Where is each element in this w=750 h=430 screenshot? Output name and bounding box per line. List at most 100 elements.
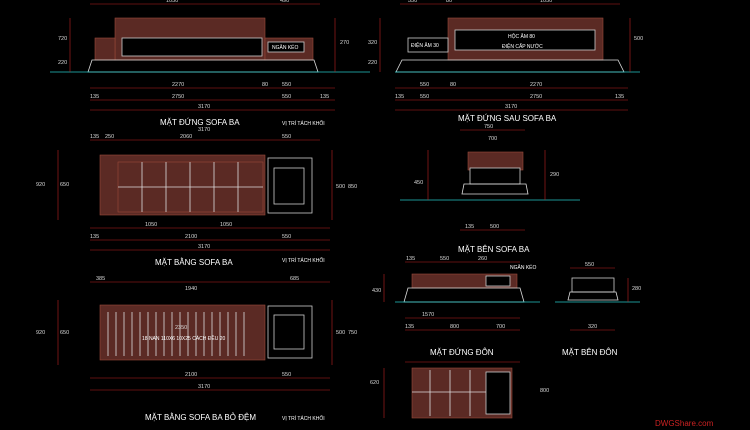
dien-am: ĐIỆN ÂM 30 (411, 41, 439, 49)
title-side: MẶT BÊN SOFA BA (458, 245, 530, 254)
dim-685: 685 (290, 276, 299, 282)
side-base (461, 183, 529, 195)
dim-135-stool: 135 (406, 256, 415, 262)
dim-1570: 1570 (422, 312, 434, 318)
dim-750-bare: 750 (348, 330, 357, 336)
side-view: 750 700 450 290 135 500 MẶT BÊN SOFA BA (400, 124, 580, 254)
dim-3170-bare: 3170 (198, 384, 210, 390)
dim-500-side: 500 (490, 224, 499, 230)
title-stool-side: MẶT BÊN ĐÔN (562, 348, 618, 357)
dim-550-plan: 550 (282, 234, 291, 240)
dim-2350: 2350 (175, 325, 187, 331)
dim-700-side: 700 (488, 136, 497, 142)
dim-620-stool-plan: 620 (370, 380, 379, 386)
side-back (467, 151, 524, 171)
dim-250-plan: 250 (105, 134, 114, 140)
dim-320-stool-side: 320 (588, 324, 597, 330)
bare-frame (99, 304, 266, 361)
stool-front: 135 550 260 NGĂN KÉO 430 1570 135 800 70… (372, 256, 540, 357)
title-stool-front: MẶT ĐỨNG ĐÔN (430, 348, 494, 357)
dim-3170-plan: 3170 (198, 244, 210, 250)
dim-220-front: 220 (58, 60, 67, 66)
arm-left (94, 37, 116, 61)
dim-2750-front: 2750 (172, 94, 184, 100)
dim-1050-plan-a: 1050 (145, 222, 157, 228)
dim-800-stool: 800 (450, 324, 459, 330)
dim-260-stool: 260 (478, 256, 487, 262)
dim-550-back: 550 (420, 82, 429, 88)
dim-135-stool2: 135 (405, 324, 414, 330)
dim-920-plan: 920 (36, 182, 45, 188)
dim-80-front: 80 (262, 82, 268, 88)
dien-cap-nuoc: ĐIỆN CẤP NƯỚC (502, 42, 543, 50)
dim-550-bare: 550 (282, 372, 291, 378)
dim-1940: 1940 (185, 286, 197, 292)
dim-135-side: 135 (465, 224, 474, 230)
hoc-am: HỘC ÂM 80 (508, 33, 535, 40)
dim-720-front: 720 (58, 36, 67, 42)
dim-135-plan-b: 135 (90, 234, 99, 240)
dim-135-plan: 135 (90, 134, 99, 140)
dim-385: 385 (96, 276, 105, 282)
dim-2100-plan: 2100 (185, 234, 197, 240)
stool-drawer-label: NGĂN KÉO (510, 264, 537, 271)
title-front: MẶT ĐỨNG SOFA BA (160, 118, 240, 127)
dim-750-side: 750 (484, 124, 493, 130)
dim-550-stool-side: 550 (585, 262, 594, 268)
plan-side-inner (273, 167, 305, 205)
dim-920-bare: 920 (36, 330, 45, 336)
vitri-1: VỊ TRÍ TÁCH KHỐI (282, 120, 325, 127)
dim-550-front2: 550 (282, 94, 291, 100)
slats-note: 18 NAN 110X6 10X25 CÁCH ĐỀU 20 (142, 335, 226, 342)
back-base (395, 59, 625, 73)
stool-base (403, 287, 525, 303)
vitri-2: VỊ TRÍ TÁCH KHỐI (282, 257, 325, 264)
dim-80-back-top: 80 (446, 0, 452, 4)
dim-800-stool-plan: 800 (540, 388, 549, 394)
dim-700-stool: 700 (496, 324, 505, 330)
dim-650-bare: 650 (60, 330, 69, 336)
dim-650-plan: 650 (60, 182, 69, 188)
back-elevation: 550 80 1050 HỘC ÂM 80 ĐIỆN CẤP NƯỚC ĐIỆN… (368, 0, 643, 123)
stool-side: 550 280 320 MẶT BÊN ĐÔN (555, 262, 641, 357)
title-plan-no-cushion: MẶT BẰNG SOFA BA BỎ ĐỆM (145, 413, 256, 422)
dim-290-side: 290 (550, 172, 559, 178)
front-elevation: 1050 490 NGĂN KÉO 720 220 270 2270 80 55… (50, 0, 370, 133)
dim-490: 490 (280, 0, 289, 4)
side-seat (469, 167, 521, 185)
dim-450-side: 450 (414, 180, 423, 186)
dim-280-stool-side: 280 (632, 286, 641, 292)
dim-850-plan: 850 (348, 184, 357, 190)
stool-plan-side (485, 371, 511, 415)
dim-1050: 1050 (166, 0, 178, 4)
stool-side-base (567, 291, 619, 301)
dim-2060-plan: 2060 (180, 134, 192, 140)
title-plan: MẶT BẰNG SOFA BA (155, 258, 233, 267)
cad-sheet: 1050 490 NGĂN KÉO 720 220 270 2270 80 55… (36, 0, 714, 428)
dim-80-back: 80 (450, 82, 456, 88)
dim-500-bare: 500 (336, 330, 345, 336)
plan-view: 135 250 2060 550 920 650 500 850 1050 10… (36, 134, 357, 267)
title-back: MẶT ĐỨNG SAU SOFA BA (458, 114, 557, 123)
stool-plan: 620 800 (370, 361, 549, 419)
dim-135-back: 135 (395, 94, 404, 100)
dim-550-stool: 550 (440, 256, 449, 262)
vitri-3: VỊ TRÍ TÁCH KHỐI (282, 415, 325, 422)
drawer-label: NGĂN KÉO (272, 44, 299, 51)
dim-550-plan-top: 550 (282, 134, 291, 140)
dim-270-front: 270 (340, 40, 349, 46)
dim-1050-back: 1050 (540, 0, 552, 4)
dim-135-back2: 135 (615, 94, 624, 100)
dim-3170-back: 3170 (505, 104, 517, 110)
dim-2270-front: 2270 (172, 82, 184, 88)
dim-3170-front: 3170 (198, 104, 210, 110)
watermark: DWGShare.com (655, 419, 714, 428)
dim-135-front: 135 (90, 94, 99, 100)
dim-500-back: 500 (634, 36, 643, 42)
stool-side-top (571, 277, 615, 293)
stool-drawer (485, 275, 511, 287)
dim-2100-bare: 2100 (185, 372, 197, 378)
dim-135-front2: 135 (320, 94, 329, 100)
dim-2750-back: 2750 (530, 94, 542, 100)
bare-side-inner (273, 314, 305, 350)
